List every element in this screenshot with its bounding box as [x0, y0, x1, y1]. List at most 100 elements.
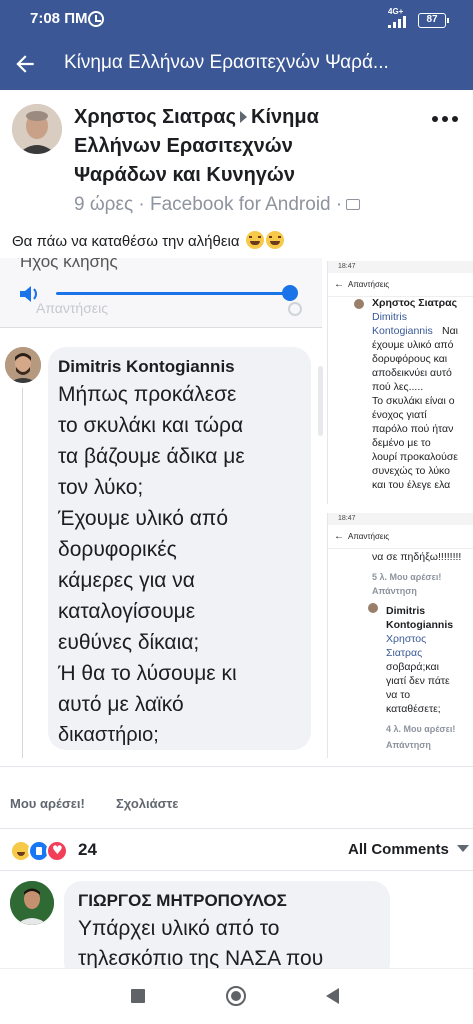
mini-status-time: 18:47 — [328, 261, 473, 273]
group-name-part-3[interactable]: Ψαράδων και Κυνηγών — [74, 164, 295, 186]
search-icon — [288, 302, 302, 316]
mini-line: αποδεικνύει αυτό — [372, 367, 452, 379]
mini-author: Dimitris — [386, 605, 426, 617]
reaction-count[interactable]: 24 — [78, 840, 97, 860]
mini-line: να σε πηδήξω!!!!!!!! — [372, 551, 462, 563]
comment-line: τον λύκο; — [58, 476, 144, 499]
network-type: 4G+ — [388, 7, 404, 16]
status-bar: 7:08 ΠΜ 4G+ 87 — [0, 0, 473, 37]
comment-line: τα βάζουμε άδικα με — [58, 445, 245, 468]
like-button[interactable]: Μου αρέσει! — [10, 796, 85, 811]
post-meta: 9 ώρες · Facebook for Android · — [74, 194, 361, 216]
mini-author: Kontogiannis — [386, 619, 454, 631]
thread-line — [22, 388, 23, 758]
mini-line: δεμένο με το — [372, 437, 431, 449]
comment-bubble: Dimitris Kontogiannis Μήπως προκάλεσε το… — [48, 347, 311, 750]
mini-line: Το σκυλάκι είναι ο — [372, 395, 455, 407]
volume-slider-track — [56, 292, 290, 295]
comment-author[interactable]: ΓΙΩΡΓΟΣ ΜΗΤΡΟΠΟΥΛΟΣ — [78, 891, 287, 911]
mini-reply: Απάντηση — [386, 740, 431, 750]
comment-author: Dimitris Kontogiannis — [58, 357, 235, 376]
love-reaction-icon — [46, 840, 68, 862]
comment-line: Μήπως προκάλεσε — [58, 383, 237, 406]
comment-line: καταλογίσουμε — [58, 600, 196, 623]
scroll-indicator — [318, 366, 323, 436]
post-text: Θα πάω να καταθέσω την αλήθεια — [12, 231, 284, 250]
reactions-summary[interactable] — [10, 840, 72, 862]
mini-line: να το — [386, 689, 411, 701]
faded-replies-bar: Απαντήσεις — [0, 298, 322, 326]
comment-line: κάμερες για να — [58, 569, 195, 592]
ringtone-label: Ήχος κλήσης — [18, 258, 118, 271]
mini-line: καταθέσετε; — [386, 703, 441, 715]
commenter-avatar[interactable] — [10, 881, 54, 925]
comment-line: ευθύνες δίκαια; — [58, 631, 200, 654]
square-icon[interactable] — [131, 989, 145, 1003]
mini-line: παρόλο πού ήταν — [372, 423, 454, 435]
laughing-emoji-icon — [265, 231, 284, 249]
mini-replies-header: Απαντήσεις — [328, 525, 473, 549]
comment-line: δορυφορικές — [58, 538, 177, 561]
divider — [0, 870, 473, 871]
comment-bubble: ΓΙΩΡΓΟΣ ΜΗΤΡΟΠΟΥΛΟΣ Υπάρχει υλικό από το… — [64, 881, 390, 981]
back-arrow-icon[interactable] — [12, 51, 38, 77]
mini-line: λουρί προκαλούσε — [372, 451, 458, 463]
status-time: 7:08 ΠΜ — [30, 10, 88, 27]
image-reply-panel-1: 18:47 Απαντήσεις Χρηστος Σιατρας Dimitri… — [327, 261, 473, 504]
group-name-part-1[interactable]: Κίνημα — [251, 106, 319, 128]
mini-stats: 4 λ. Μου αρέσει! — [386, 724, 456, 734]
mini-line: σοβαρά;και — [386, 661, 439, 673]
group-title[interactable]: Κίνημα Ελλήνων Ερασιτεχνών Ψαρά... — [64, 52, 464, 74]
author-name[interactable]: Χρηστος Σιατρας — [74, 106, 236, 128]
triangle-icon[interactable] — [326, 988, 339, 1004]
battery-icon: 87 — [418, 13, 449, 28]
alarm-icon — [88, 11, 104, 27]
comment-line: Υπάρχει υλικό από το — [78, 917, 280, 940]
divider — [0, 766, 473, 767]
faded-replies-label: Απαντήσεις — [36, 300, 108, 316]
mini-mention: Dimitris — [372, 311, 407, 323]
commenter-avatar — [5, 347, 41, 383]
comment-line: Έχουμε υλικό από — [58, 507, 229, 530]
mini-line: συνεχώς το λύκο — [372, 465, 451, 477]
mini-line: πού λες..... — [372, 381, 424, 393]
image-reply-panel-2: 18:47 Απαντήσεις να σε πηδήξω!!!!!!!! 5 … — [327, 513, 473, 758]
mini-line: δορυφόρους και — [372, 353, 448, 365]
divider — [0, 828, 473, 829]
mini-line: και του έλεγε ελα — [372, 479, 451, 491]
more-dots-icon[interactable] — [432, 116, 458, 122]
comment-line: δικαστήριο; — [58, 724, 159, 746]
mini-mention: Σιατρας — [386, 647, 423, 659]
chevron-down-icon — [456, 845, 469, 852]
mini-line: γιατί δεν πάτε — [386, 675, 450, 687]
comment-sort-label: All Comments — [348, 841, 449, 858]
group-name-part-2[interactable]: Ελλήνων Ερασιτεχνών — [74, 135, 293, 157]
comment-line: το σκυλάκι και τώρα — [58, 414, 244, 437]
signal-icon — [388, 16, 408, 28]
mini-mention: Χρηστος — [386, 633, 427, 645]
laughing-emoji-icon — [245, 231, 264, 249]
mini-line: Ναι — [442, 325, 458, 337]
comment-line: Ή θα το λύσουμε κι — [58, 662, 237, 685]
post-author[interactable]: Χρηστος Σιατρας Κίνημα Ελλήνων Ερασιτεχνώ… — [74, 103, 419, 190]
mini-status-time: 18:47 — [328, 513, 473, 525]
mini-avatar — [368, 603, 378, 613]
comment-button[interactable]: Σχολιάστε — [116, 796, 178, 811]
post-meta-text: 9 ώρες · Facebook for Android · — [74, 194, 343, 215]
image-settings-fragment: Ήχος κλήσης Απαντήσεις — [0, 258, 322, 328]
public-icon — [346, 199, 361, 211]
mini-reply: Απάντηση — [372, 586, 417, 596]
mini-author: Χρηστος Σιατρας — [372, 297, 458, 309]
navigation-bar — [0, 968, 473, 1024]
mini-mention: Kontogiannis — [372, 325, 433, 337]
comment-line: αυτό με λαϊκό — [58, 693, 184, 716]
post-text-content: Θα πάω να καταθέσω την αλήθεια — [12, 233, 240, 250]
comment-sort-dropdown[interactable]: All Comments — [348, 841, 469, 858]
post-image[interactable]: Ήχος κλήσης Απαντήσεις Dimitris Kontogia… — [0, 258, 473, 758]
mini-stats: 5 λ. Μου αρέσει! — [372, 572, 442, 582]
author-avatar[interactable] — [12, 104, 62, 154]
caret-right-icon — [240, 110, 248, 123]
mini-line: έχουμε υλικό από — [372, 339, 454, 351]
mini-line: ένοχος γιατί — [372, 409, 427, 421]
circle-icon[interactable] — [226, 986, 246, 1006]
